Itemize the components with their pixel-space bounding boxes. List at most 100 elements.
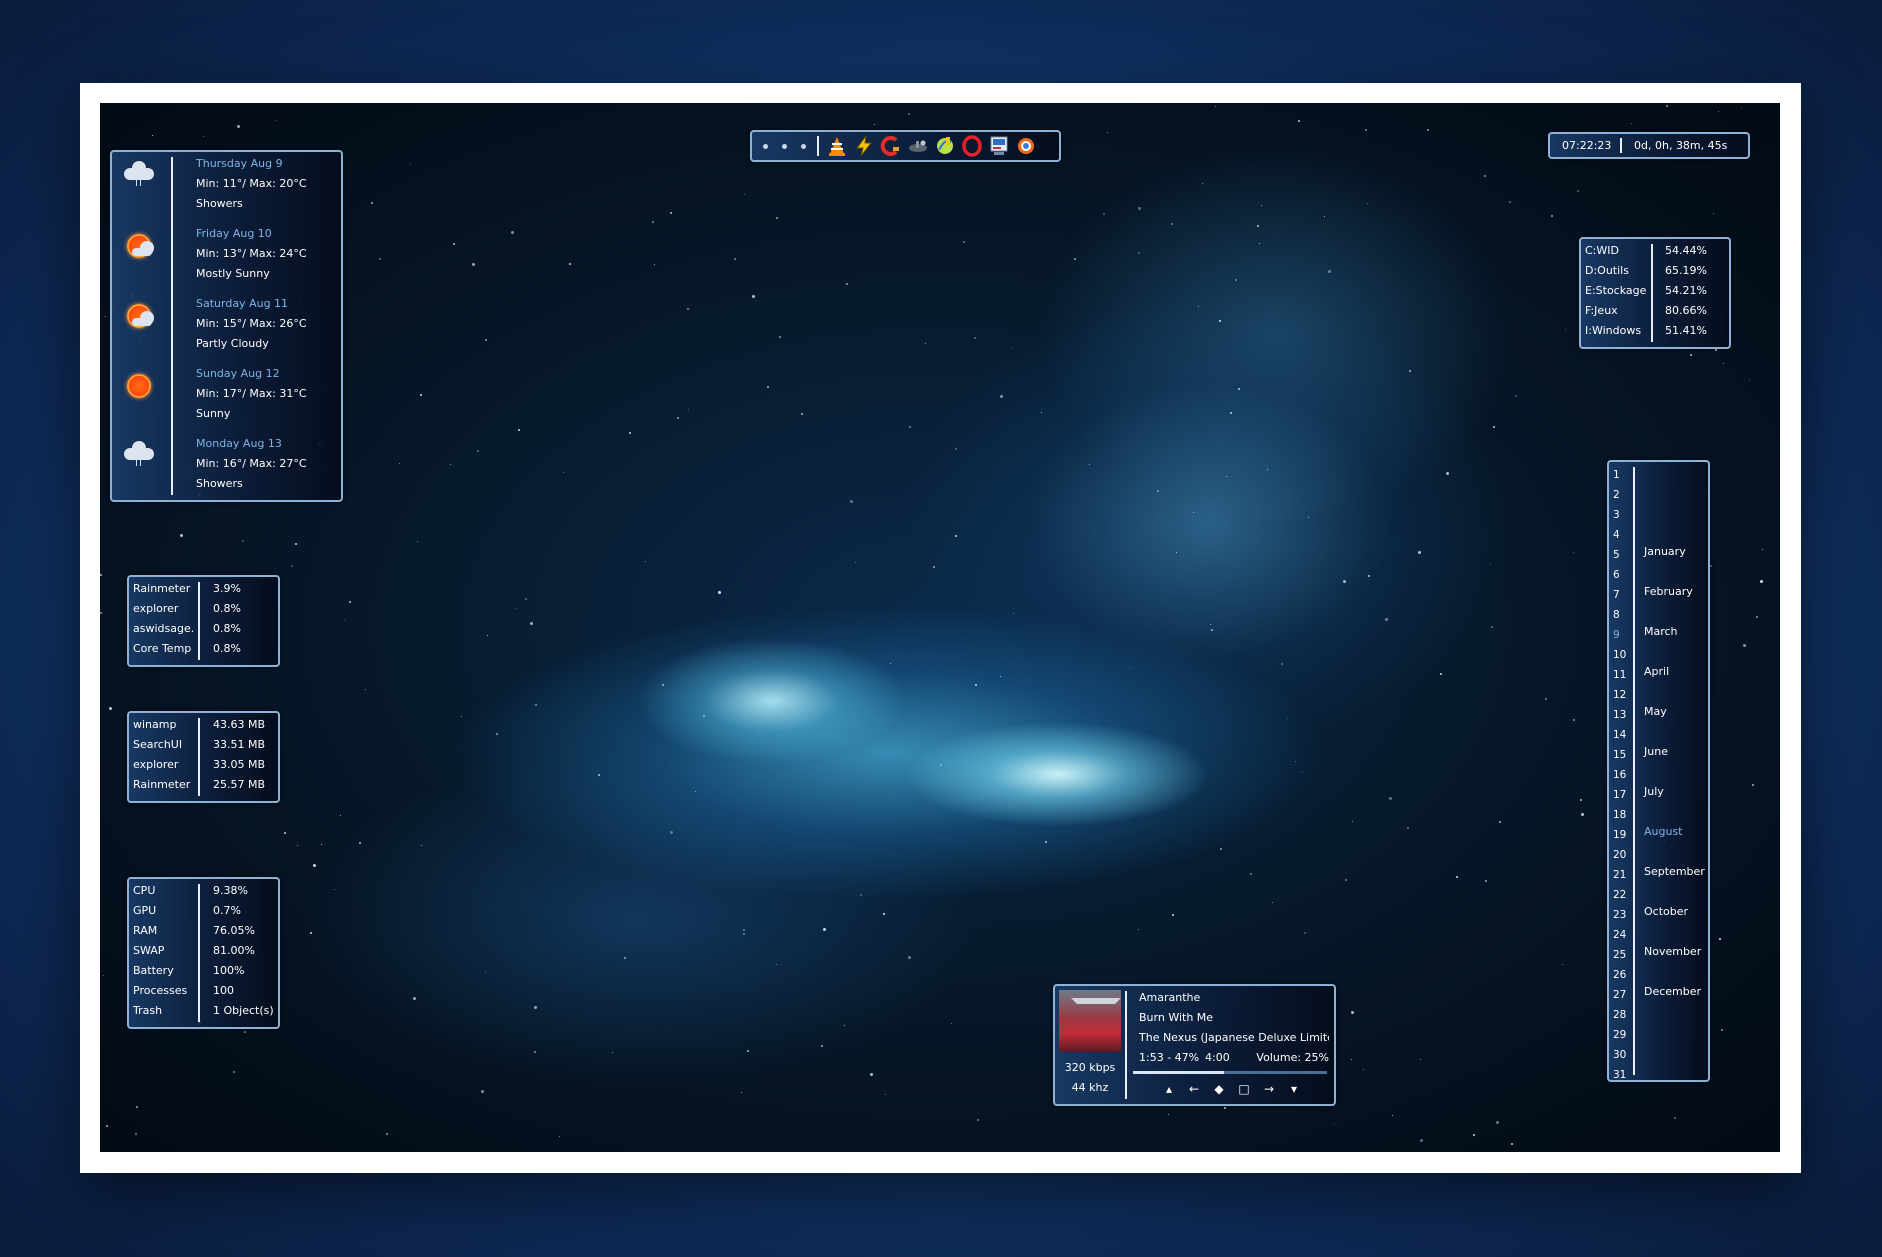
star: [1392, 1114, 1394, 1116]
star: [495, 733, 498, 736]
volume-up-button[interactable]: ▴: [1161, 1081, 1177, 1097]
calendar-day[interactable]: 23: [1613, 905, 1631, 925]
calendar-day[interactable]: 13: [1613, 705, 1631, 725]
star: [1089, 463, 1091, 465]
ccleaner-icon[interactable]: [880, 135, 902, 157]
star: [694, 790, 696, 792]
stat-value: 100%: [213, 964, 245, 977]
star: [1419, 1058, 1421, 1060]
star: [534, 1050, 537, 1053]
play-pause-button[interactable]: ◆: [1211, 1081, 1227, 1097]
star: [370, 202, 373, 205]
dock-dot[interactable]: [801, 144, 806, 149]
calendar-day[interactable]: 30: [1613, 1045, 1631, 1065]
star: [1407, 827, 1410, 830]
seek-bar[interactable]: [1133, 1071, 1327, 1074]
drive-usage: 65.19%: [1665, 264, 1707, 277]
star: [611, 1051, 613, 1053]
weather-temps: Min: 16°/ Max: 27°C: [196, 457, 307, 470]
mirc-icon[interactable]: [934, 135, 956, 157]
desktop-wallpaper: [100, 103, 1780, 1152]
stat-name: CPU: [133, 884, 156, 897]
star: [460, 715, 462, 717]
mostly-sunny-icon: [122, 230, 156, 260]
calendar-day[interactable]: 25: [1613, 945, 1631, 965]
calendar-day[interactable]: 22: [1613, 885, 1631, 905]
calendar-day[interactable]: 29: [1613, 1025, 1631, 1045]
stop-button[interactable]: □: [1236, 1081, 1252, 1097]
star: [398, 462, 400, 464]
calendar-day[interactable]: 3: [1613, 505, 1631, 525]
calendar-month[interactable]: June: [1644, 745, 1668, 758]
calendar-day[interactable]: 9: [1613, 625, 1631, 645]
star: [1550, 214, 1553, 217]
calendar-day[interactable]: 7: [1613, 585, 1631, 605]
opera-icon[interactable]: [961, 135, 983, 157]
dock-dot[interactable]: [782, 144, 787, 149]
calendar-day[interactable]: 8: [1613, 605, 1631, 625]
calendar-day[interactable]: 1: [1613, 465, 1631, 485]
star: [1156, 490, 1159, 493]
calendar-day[interactable]: 14: [1613, 725, 1631, 745]
clock-widget: 07:22:23 0d, 0h, 38m, 45s: [1548, 132, 1750, 159]
settings-icon[interactable]: [1015, 135, 1037, 157]
calendar-day[interactable]: 11: [1613, 665, 1631, 685]
calendar-month[interactable]: December: [1644, 985, 1701, 998]
star: [890, 662, 892, 664]
calendar-day[interactable]: 12: [1613, 685, 1631, 705]
star: [950, 1022, 952, 1024]
drive-name: E:Stockage: [1585, 284, 1647, 297]
calendar-day[interactable]: 4: [1613, 525, 1631, 545]
track-length: 4:00: [1205, 1051, 1230, 1064]
previous-button[interactable]: ←: [1186, 1081, 1202, 1097]
steam-icon[interactable]: [907, 135, 929, 157]
winamp-icon[interactable]: [853, 135, 875, 157]
calendar-month[interactable]: July: [1644, 785, 1664, 798]
showers-icon: [122, 160, 156, 190]
vlc-icon[interactable]: [826, 135, 848, 157]
next-button[interactable]: →: [1261, 1081, 1277, 1097]
calendar-day[interactable]: 16: [1613, 765, 1631, 785]
calendar-month[interactable]: April: [1644, 665, 1669, 678]
calendar-day[interactable]: 31: [1613, 1065, 1631, 1085]
calendar-day[interactable]: 26: [1613, 965, 1631, 985]
star: [907, 956, 911, 960]
calendar-month[interactable]: February: [1644, 585, 1693, 598]
star: [1102, 213, 1105, 216]
calendar-day[interactable]: 17: [1613, 785, 1631, 805]
calendar-day[interactable]: 15: [1613, 745, 1631, 765]
calendar-day[interactable]: 21: [1613, 865, 1631, 885]
calendar-day[interactable]: 27: [1613, 985, 1631, 1005]
star: [1720, 1028, 1723, 1031]
monitor-icon[interactable]: [988, 135, 1010, 157]
star: [801, 413, 804, 416]
star: [358, 841, 361, 844]
calendar-day[interactable]: 28: [1613, 1005, 1631, 1025]
calendar-month[interactable]: March: [1644, 625, 1678, 638]
star: [1229, 412, 1232, 415]
calendar-day[interactable]: 24: [1613, 925, 1631, 945]
calendar-month[interactable]: November: [1644, 945, 1701, 958]
calendar-month[interactable]: January: [1644, 545, 1686, 558]
calendar-day[interactable]: 10: [1613, 645, 1631, 665]
calendar-day[interactable]: 20: [1613, 845, 1631, 865]
sunny-icon: [122, 370, 156, 400]
calendar-month[interactable]: August: [1644, 825, 1683, 838]
star: [1631, 123, 1633, 125]
calendar-month[interactable]: May: [1644, 705, 1667, 718]
star: [1446, 471, 1450, 475]
star: [334, 888, 336, 890]
star: [530, 621, 534, 625]
calendar-day[interactable]: 5: [1613, 545, 1631, 565]
star: [321, 843, 322, 845]
calendar-day[interactable]: 18: [1613, 805, 1631, 825]
volume-down-button[interactable]: ▾: [1286, 1081, 1302, 1097]
calendar-day[interactable]: 2: [1613, 485, 1631, 505]
calendar-day[interactable]: 19: [1613, 825, 1631, 845]
calendar-month[interactable]: September: [1644, 865, 1705, 878]
calendar-day[interactable]: 6: [1613, 565, 1631, 585]
calendar-month[interactable]: October: [1644, 905, 1688, 918]
star: [1000, 676, 1002, 678]
star: [670, 830, 674, 834]
dock-dot[interactable]: [763, 144, 768, 149]
